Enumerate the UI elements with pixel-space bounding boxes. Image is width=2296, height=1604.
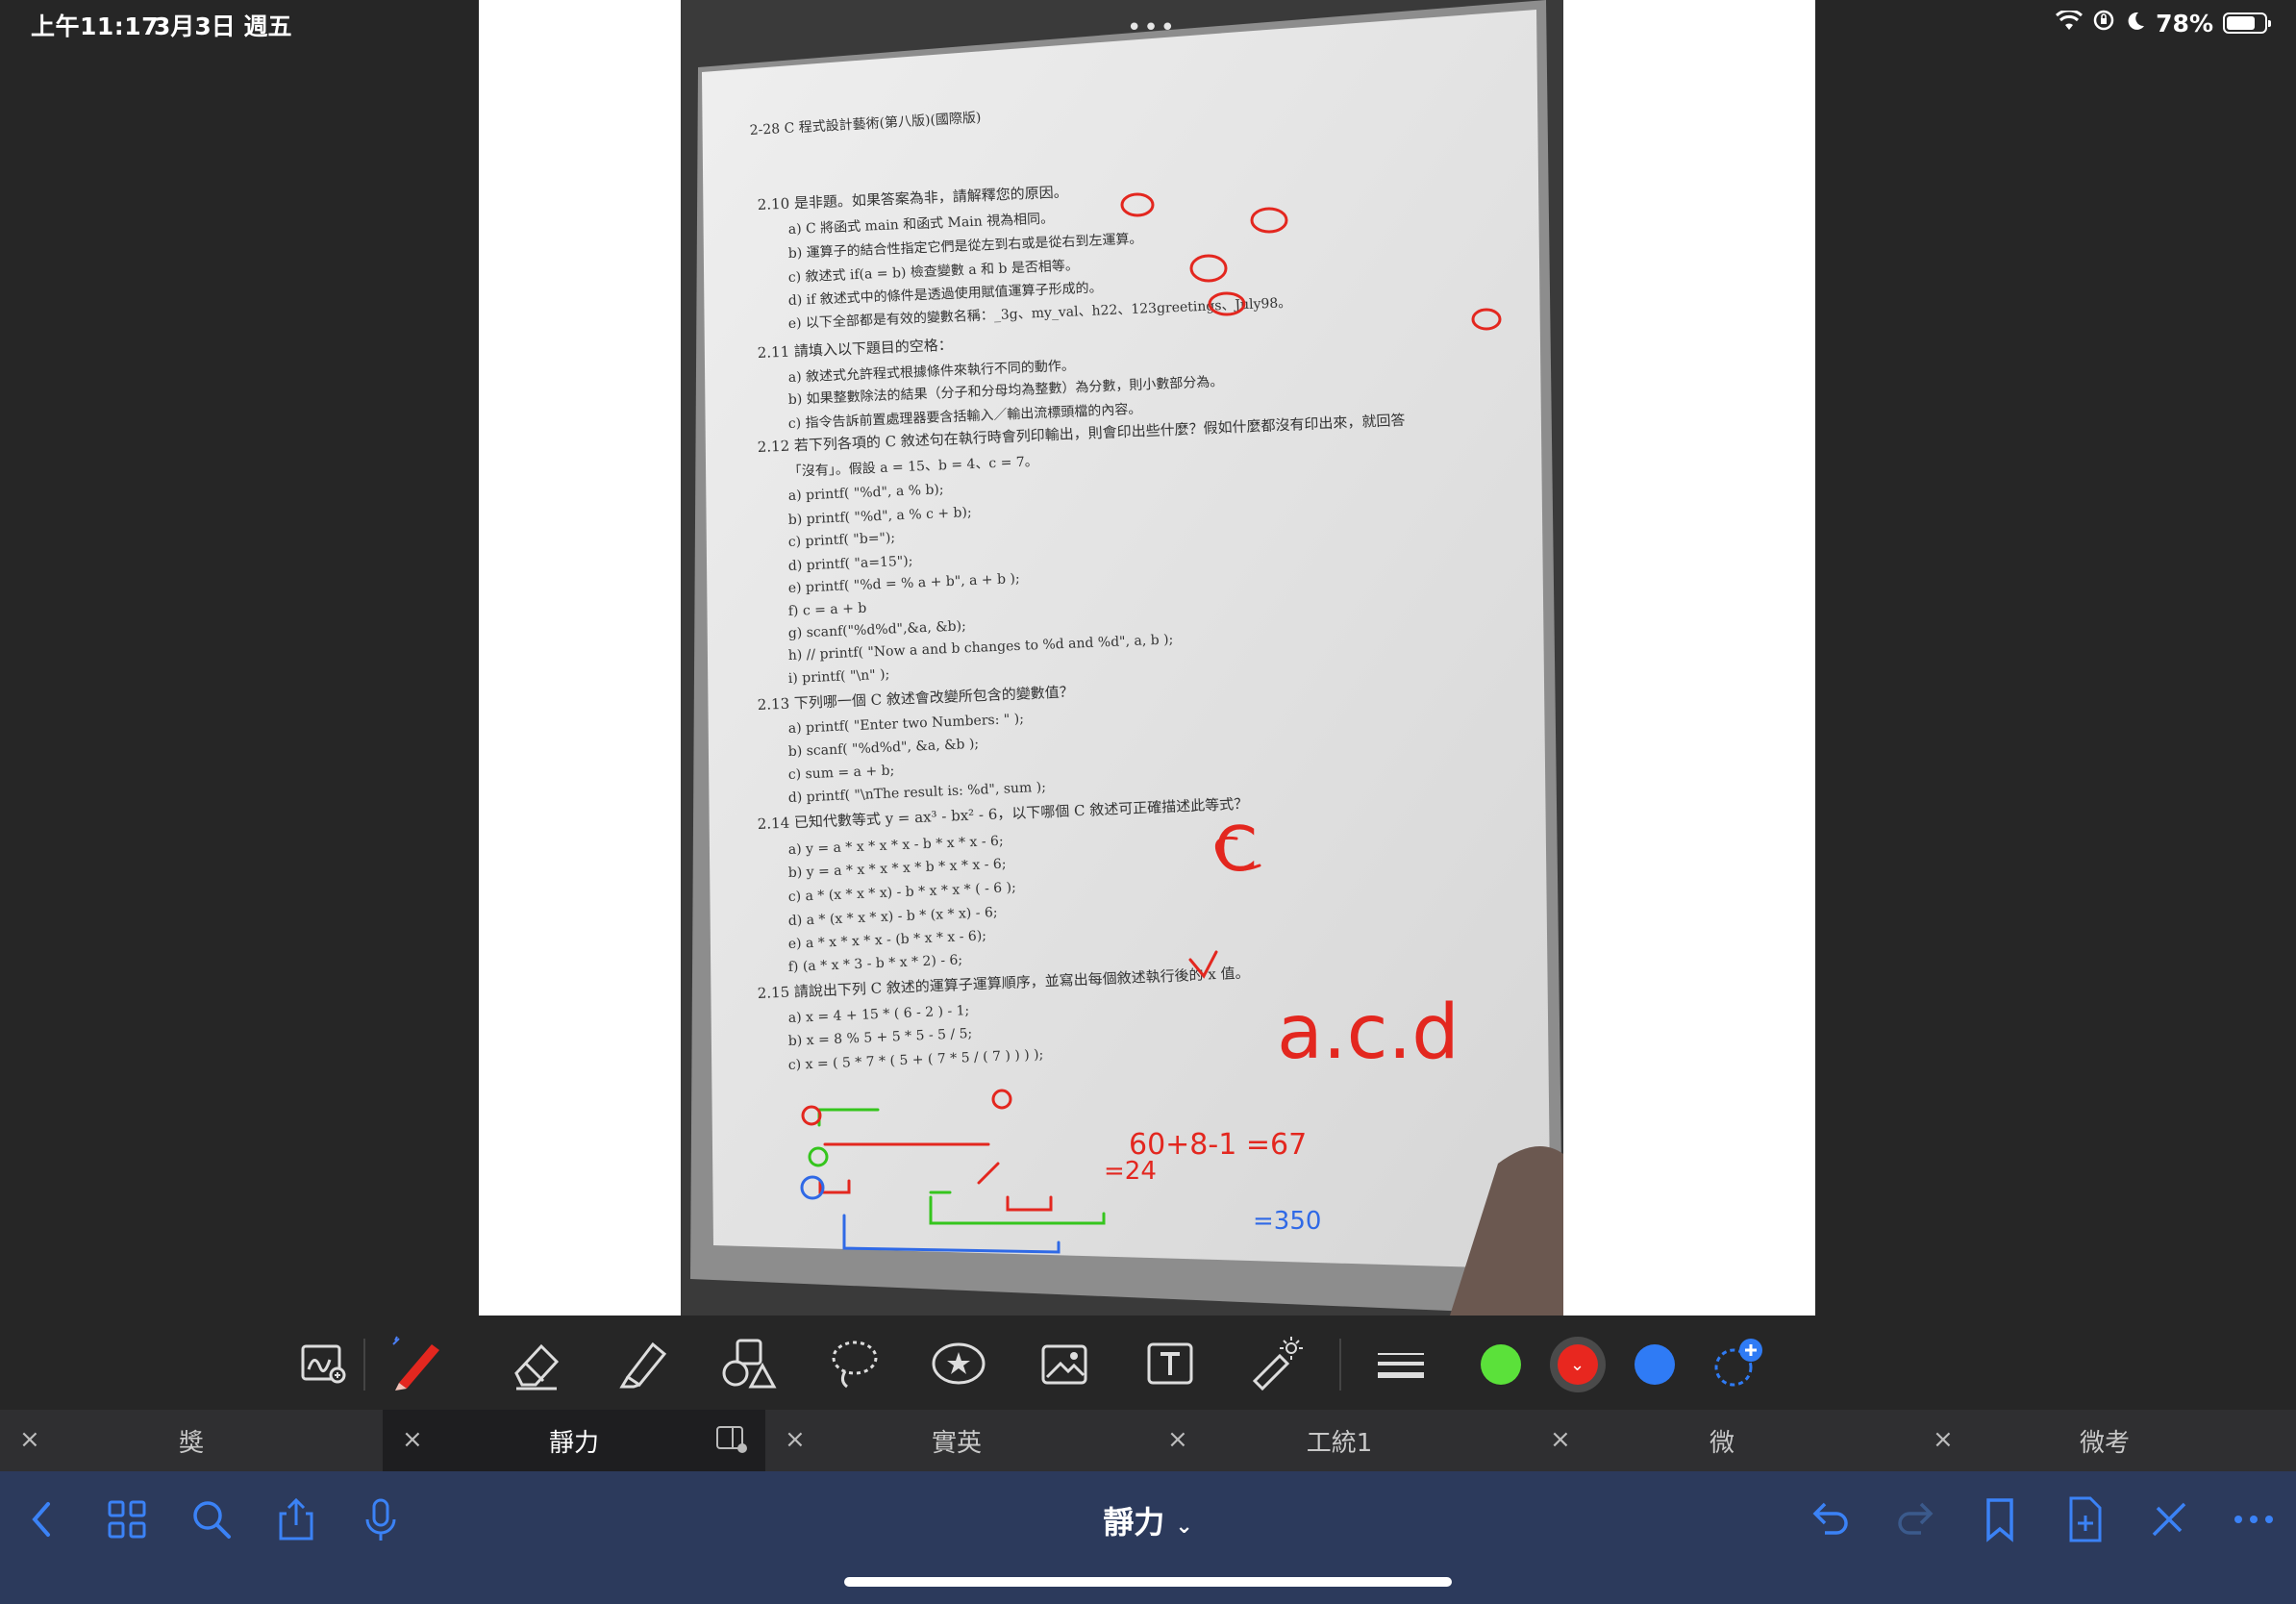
- document-title-label: 靜力: [1103, 1504, 1165, 1541]
- chevron-down-icon: ⌄: [1570, 1355, 1585, 1375]
- tab-3[interactable]: 實英: [765, 1410, 1148, 1471]
- color-swatch-green[interactable]: [1481, 1344, 1521, 1385]
- chevron-down-icon: ⌄: [1175, 1515, 1193, 1539]
- close-icon[interactable]: ×: [1550, 1425, 1571, 1454]
- lasso-zoom-icon[interactable]: [290, 1330, 358, 1397]
- highlighter-icon[interactable]: [610, 1330, 677, 1397]
- tab-label: 微考: [2079, 1428, 2130, 1458]
- tab-label: 微: [1709, 1428, 1734, 1458]
- status-right: 78%: [2056, 8, 2271, 38]
- laser-pointer-icon[interactable]: [1242, 1330, 1310, 1397]
- tab-6[interactable]: 微考: [1913, 1410, 2296, 1471]
- tab-label: 靜力: [548, 1428, 599, 1458]
- shapes-icon[interactable]: [715, 1330, 783, 1397]
- more-icon[interactable]: [2227, 1492, 2281, 1546]
- pen-toggle-icon[interactable]: [2142, 1492, 2196, 1546]
- close-icon[interactable]: ×: [785, 1425, 806, 1454]
- document-line: f) c = a + b: [787, 601, 866, 619]
- close-icon[interactable]: ×: [1933, 1425, 1954, 1454]
- search-icon[interactable]: [185, 1492, 238, 1546]
- moon-icon: [2125, 10, 2146, 38]
- tab-label: 獎: [178, 1428, 204, 1458]
- wifi-icon: [2056, 8, 2084, 38]
- rotation-lock-icon: [2092, 9, 2115, 38]
- tab-label: 實英: [931, 1428, 982, 1458]
- status-time: 上午11:17: [31, 13, 160, 40]
- add-color-icon[interactable]: [1704, 1330, 1771, 1397]
- close-icon[interactable]: ×: [19, 1425, 40, 1454]
- toolbar-divider: [1339, 1339, 1341, 1391]
- sticker-icon[interactable]: [925, 1330, 992, 1397]
- bookmark-icon[interactable]: [1973, 1492, 2027, 1546]
- share-icon[interactable]: [269, 1492, 323, 1546]
- text-icon[interactable]: [1136, 1330, 1204, 1397]
- split-view-icon[interactable]: [715, 1425, 748, 1458]
- tab-label: 工統1: [1306, 1428, 1373, 1458]
- annotation-answer-2-13: C: [1214, 815, 1258, 886]
- annotation-calc-b: =24: [1104, 1157, 1157, 1186]
- grid-view-icon[interactable]: [100, 1492, 154, 1546]
- annotation-answer-2-14: a.c.d: [1277, 990, 1460, 1076]
- toolbar-divider: [363, 1339, 365, 1391]
- pen-icon[interactable]: [385, 1330, 452, 1397]
- textbook-photo: 2-28 C 程式設計藝術(第八版)(國際版) 2.10 是非題。如果答案為非，請…: [681, 0, 1563, 1316]
- annotation-calc-c: =350: [1253, 1207, 1321, 1236]
- add-page-icon[interactable]: [2058, 1492, 2111, 1546]
- eraser-icon[interactable]: [502, 1330, 569, 1397]
- image-icon[interactable]: [1031, 1330, 1098, 1397]
- color-swatch-blue[interactable]: [1635, 1344, 1675, 1385]
- tab-5[interactable]: 微: [1531, 1410, 1913, 1471]
- battery-percent: 78%: [2156, 9, 2213, 38]
- line-width-icon[interactable]: [1367, 1330, 1435, 1397]
- home-indicator: [844, 1577, 1452, 1587]
- status-date: 3月3日 週五: [154, 13, 292, 40]
- redo-icon[interactable]: [1888, 1492, 1942, 1546]
- close-icon[interactable]: ×: [402, 1425, 423, 1454]
- tab-2-active[interactable]: 靜力: [383, 1410, 765, 1471]
- close-icon[interactable]: ×: [1167, 1425, 1188, 1454]
- lasso-icon[interactable]: [821, 1330, 888, 1397]
- more-dots-icon[interactable]: •••: [1127, 13, 1177, 42]
- tab-1[interactable]: 獎: [0, 1410, 383, 1471]
- document-title[interactable]: 靜力 ⌄: [1052, 1498, 1244, 1542]
- tab-4[interactable]: 工統1: [1148, 1410, 1531, 1471]
- undo-icon[interactable]: [1804, 1492, 1858, 1546]
- back-icon[interactable]: [15, 1492, 69, 1546]
- battery-icon: [2223, 13, 2271, 34]
- microphone-icon[interactable]: [354, 1492, 408, 1546]
